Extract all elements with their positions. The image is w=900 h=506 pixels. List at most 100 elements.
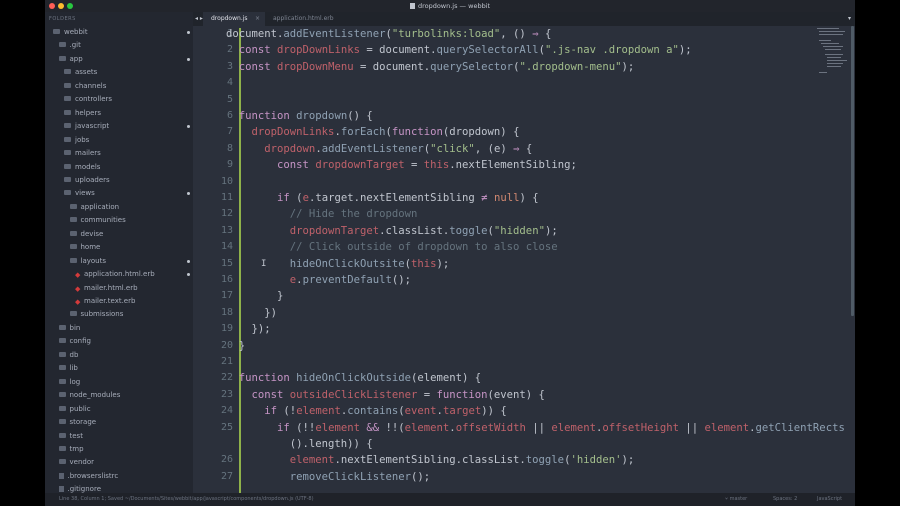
tree-item-controllers[interactable]: controllers: [64, 93, 112, 106]
tree-item-javascript[interactable]: javascript: [64, 120, 109, 133]
tab-menu-chevron-down-icon[interactable]: ▾: [848, 12, 851, 26]
tree-item-log[interactable]: log: [58, 376, 80, 389]
tree-item-communities[interactable]: communities: [69, 214, 126, 227]
tree-item-label: views: [75, 189, 95, 198]
tree-item-node-modules[interactable]: node_modules: [58, 389, 121, 402]
tree-item-label: webbit: [64, 28, 88, 36]
tree-item-webbit[interactable]: webbit: [53, 26, 88, 39]
tree-item-git[interactable]: .git: [58, 39, 81, 52]
tree-item-tmp[interactable]: tmp: [58, 443, 84, 456]
tree-item-label: application.html.erb: [84, 270, 155, 279]
folder-icon: [58, 365, 66, 371]
tree-item-layouts[interactable]: layouts: [69, 255, 107, 268]
syntax-selector[interactable]: JavaScript: [817, 493, 842, 506]
tree-item-browserslistrc[interactable]: .browserslistrc: [58, 470, 118, 483]
tree-item-storage[interactable]: storage: [58, 416, 96, 429]
folder-icon: [64, 123, 71, 129]
tab-dropdown-js[interactable]: dropdown.js ×: [203, 12, 265, 26]
line-number: 4: [226, 77, 233, 89]
folder-icon: [69, 257, 77, 263]
tree-item-test[interactable]: test: [58, 430, 83, 443]
code-line: dropdownTarget.classList.toggle("hidden"…: [289, 224, 558, 237]
folder-icon: [58, 338, 66, 344]
tree-item-config[interactable]: config: [58, 335, 91, 348]
tree-item-label: assets: [75, 68, 98, 77]
vertical-scrollbar[interactable]: [851, 26, 854, 316]
tab-close-icon[interactable]: ×: [255, 12, 260, 26]
folder-icon: [64, 163, 71, 169]
tree-item-vendor[interactable]: vendor: [58, 456, 95, 469]
tree-item-label: vendor: [69, 458, 95, 467]
tree-item-mailer-text-erb[interactable]: ◆ mailer.text.erb: [75, 295, 135, 308]
folder-icon: [64, 150, 71, 156]
tree-item-mailer-html-erb[interactable]: ◆ mailer.html.erb: [75, 282, 138, 295]
tree-item-label: javascript: [75, 122, 110, 131]
code-line: element.nextElementSibling.classList.tog…: [289, 454, 635, 467]
code-line: // Click outside of dropdown to also clo…: [226, 241, 558, 254]
tree-item-helpers[interactable]: helpers: [64, 107, 101, 120]
tree-item-models[interactable]: models: [64, 161, 100, 174]
folder-icon: [64, 136, 71, 142]
code-line: const dropdownTarget = this.nextElementS…: [277, 159, 577, 172]
tree-item-public[interactable]: public: [58, 403, 91, 416]
tree-item-label: application: [80, 202, 120, 211]
ruby-file-icon: ◆: [75, 271, 81, 280]
tree-item-uploaders[interactable]: uploaders: [64, 174, 110, 187]
tree-item-label: test: [69, 431, 83, 440]
status-message: Line 38, Column 1; Saved ~/Documents/Sit…: [59, 496, 314, 502]
tree-item-label: public: [69, 404, 91, 413]
tree-item-home[interactable]: home: [69, 241, 100, 254]
code-line: document.addEventListener("turbolinks:lo…: [226, 28, 552, 40]
folder-icon: [64, 96, 71, 102]
line-number: 21: [220, 356, 233, 367]
tree-item-label: models: [75, 162, 101, 171]
tree-item-views[interactable]: views: [64, 187, 95, 200]
git-branch[interactable]: ⑂ master: [725, 493, 747, 506]
tree-item-label: communities: [80, 216, 126, 225]
folder-icon: [64, 109, 71, 115]
tree-item-devise[interactable]: devise: [69, 228, 103, 241]
tree-item-label: mailer.html.erb: [84, 283, 138, 292]
tree-item-label: tmp: [69, 444, 84, 453]
folder-icon: [58, 55, 66, 61]
tree-item-application[interactable]: application: [69, 201, 120, 214]
indentation-setting[interactable]: Spaces: 2: [773, 493, 797, 506]
tree-item-submissions[interactable]: submissions: [69, 308, 123, 321]
code-line: const dropDownMenu = document.querySelec…: [238, 60, 635, 73]
tree-item-lib[interactable]: lib: [58, 362, 78, 375]
code-line: });: [226, 323, 271, 336]
code-line: if (e.target.nextElementSibling ≠ null) …: [277, 192, 539, 204]
modified-dot-icon: [187, 125, 190, 129]
tree-item-channels[interactable]: channels: [64, 80, 106, 93]
code-line: dropdown.addEventListener("click", (e) ⇒…: [264, 142, 533, 155]
folder-icon: [58, 459, 66, 465]
tree-item-label: node_modules: [69, 391, 121, 400]
tree-item-jobs[interactable]: jobs: [64, 134, 89, 147]
folder-icon: [53, 29, 60, 34]
tree-item-label: db: [69, 350, 79, 359]
minimap[interactable]: [817, 28, 849, 78]
modified-dot-icon: [187, 31, 190, 34]
tab-bar: ◂ ▸ dropdown.js × application.html.erb ▾: [193, 12, 855, 26]
tab-application-html-erb[interactable]: application.html.erb: [265, 12, 365, 26]
tree-item-assets[interactable]: assets: [64, 66, 97, 79]
folder-icon: [58, 378, 66, 384]
code-line: }: [226, 290, 284, 303]
tree-item-application-html-erb[interactable]: ◆ application.html.erb: [75, 268, 155, 281]
code-line: if (!element.contains(event.target)) {: [264, 405, 507, 418]
code-line: }): [226, 306, 278, 319]
code-editor[interactable]: 1 document.addEventListener("turbolinks:l…: [193, 26, 855, 493]
file-icon: [58, 472, 64, 479]
tree-item-mailers[interactable]: mailers: [64, 147, 101, 160]
tree-item-bin[interactable]: bin: [58, 322, 80, 335]
document-icon: [409, 3, 415, 9]
tab-nav-arrows-icon[interactable]: ◂ ▸: [195, 12, 203, 26]
folder-icon: [58, 405, 66, 411]
tree-item-label: .git: [69, 41, 81, 50]
tree-item-label: jobs: [75, 135, 90, 144]
tree-item-app[interactable]: app: [58, 53, 83, 66]
tree-item-db[interactable]: db: [58, 349, 79, 362]
folder-icon: [64, 69, 71, 75]
folder-icon: [58, 42, 66, 48]
tree-item-label: layouts: [80, 256, 107, 265]
